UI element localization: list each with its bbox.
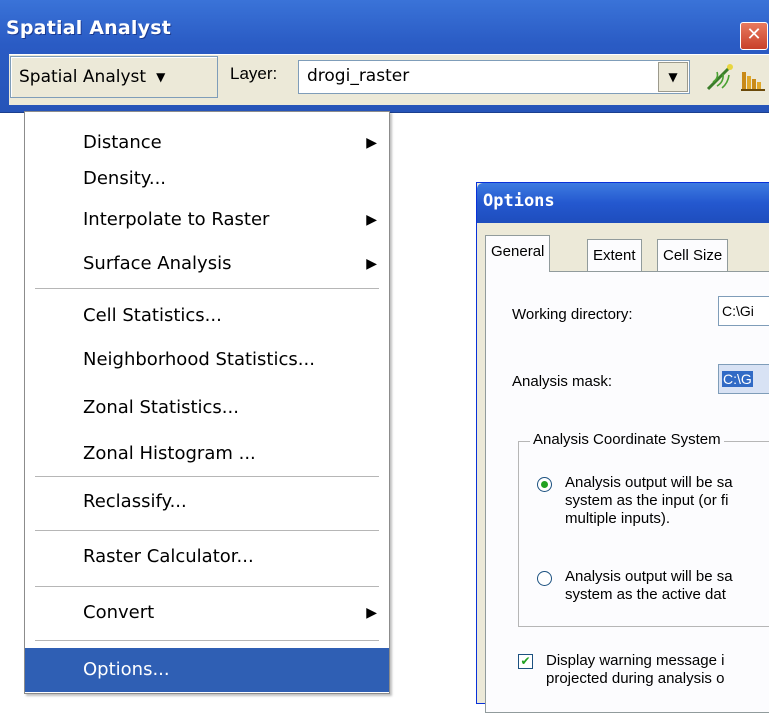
spatial-analyst-toolbar: Spatial Analyst ✕ Spatial Analyst ▼ Laye…: [0, 0, 769, 113]
dialog-titlebar: Options: [477, 183, 769, 223]
radio-same-as-active-frame[interactable]: [537, 571, 552, 586]
menu-item-options[interactable]: Options...: [25, 648, 389, 692]
coordinate-system-group-title: Analysis Coordinate System: [530, 431, 724, 448]
analysis-mask-field[interactable]: C:\G: [718, 364, 769, 394]
menu-item-label: Distance: [83, 132, 162, 153]
tab-extent[interactable]: Extent: [587, 239, 642, 271]
radio-same-as-input-label: Analysis output will be sa system as the…: [565, 474, 733, 527]
menu-item-label: Cell Statistics...: [83, 305, 222, 326]
menu-item-label: Raster Calculator...: [83, 546, 254, 567]
menu-item-interpolate[interactable]: Interpolate to Raster ▶: [25, 198, 389, 242]
menu-separator: [35, 640, 379, 642]
menu-button-label: Spatial Analyst: [19, 67, 147, 87]
menu-item-neighborhood-statistics[interactable]: Neighborhood Statistics...: [25, 338, 389, 382]
menu-separator: [35, 586, 379, 588]
layer-dropdown-button[interactable]: ▼: [658, 62, 688, 92]
spatial-analyst-menu: Distance ▶ Density... Interpolate to Ras…: [24, 111, 390, 694]
menu-item-reclassify[interactable]: Reclassify...: [25, 480, 389, 524]
warning-checkbox[interactable]: ✔: [518, 654, 533, 669]
submenu-arrow-icon: ▶: [366, 212, 377, 228]
menu-item-density[interactable]: Density...: [25, 157, 389, 201]
menu-item-label: Density...: [83, 168, 167, 189]
submenu-arrow-icon: ▶: [366, 605, 377, 621]
analysis-mask-value: C:\G: [722, 371, 753, 387]
menu-item-surface-analysis[interactable]: Surface Analysis ▶: [25, 242, 389, 286]
menu-separator: [35, 476, 379, 478]
histogram-icon[interactable]: [739, 64, 767, 92]
menu-separator: [35, 530, 379, 532]
menu-item-label: Convert: [83, 602, 155, 623]
menu-item-cell-statistics[interactable]: Cell Statistics...: [25, 294, 389, 338]
menu-item-zonal-histogram[interactable]: Zonal Histogram ...: [25, 432, 389, 476]
tab-general[interactable]: General: [485, 235, 551, 272]
warning-checkbox-label: Display warning message i projected duri…: [546, 652, 725, 687]
menu-item-convert[interactable]: Convert ▶: [25, 591, 389, 635]
tab-cell-size[interactable]: Cell Size: [657, 239, 729, 271]
layer-select[interactable]: drogi_raster ▼: [298, 60, 690, 94]
layer-value: drogi_raster: [307, 66, 410, 86]
radio-same-as-active-frame-label: Analysis output will be sa system as the…: [565, 568, 733, 603]
menu-item-label: Options...: [83, 659, 170, 680]
chevron-down-icon: ▼: [156, 70, 166, 84]
menu-item-label: Zonal Statistics...: [83, 397, 239, 418]
menu-item-label: Zonal Histogram ...: [83, 443, 256, 464]
working-directory-label: Working directory:: [512, 306, 633, 323]
menu-item-label: Surface Analysis: [83, 253, 232, 274]
menu-item-label: Reclassify...: [83, 491, 187, 512]
menu-item-label: Neighborhood Statistics...: [83, 349, 315, 370]
toolbar-title: Spatial Analyst: [6, 17, 171, 39]
close-button[interactable]: ✕: [740, 22, 768, 50]
analysis-mask-label: Analysis mask:: [512, 373, 613, 390]
contour-wand-icon[interactable]: [705, 62, 735, 92]
radio-same-as-input[interactable]: [537, 477, 552, 492]
menu-item-raster-calculator[interactable]: Raster Calculator...: [25, 535, 389, 579]
submenu-arrow-icon: ▶: [366, 256, 377, 272]
spatial-analyst-menu-button[interactable]: Spatial Analyst ▼: [10, 56, 218, 98]
menu-separator: [35, 288, 379, 290]
working-directory-field[interactable]: C:\Gi: [718, 296, 769, 326]
menu-item-zonal-statistics[interactable]: Zonal Statistics...: [25, 386, 389, 430]
menu-item-label: Interpolate to Raster: [83, 209, 270, 230]
layer-label: Layer:: [230, 64, 278, 83]
dialog-title: Options: [483, 191, 555, 211]
